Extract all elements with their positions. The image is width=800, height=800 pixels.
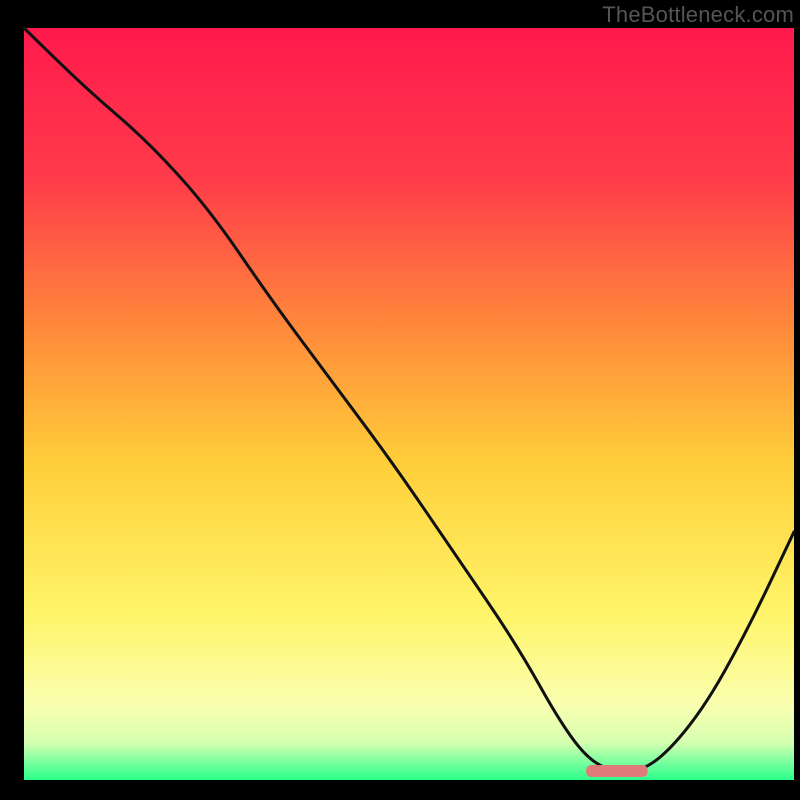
watermark-label: TheBottleneck.com — [602, 2, 794, 28]
chart-frame: TheBottleneck.com — [0, 0, 800, 800]
optimal-range-marker — [586, 765, 648, 777]
plot-background — [24, 28, 794, 780]
bottleneck-chart — [0, 0, 800, 800]
y-axis-line — [20, 28, 24, 784]
x-axis-line — [20, 780, 794, 784]
